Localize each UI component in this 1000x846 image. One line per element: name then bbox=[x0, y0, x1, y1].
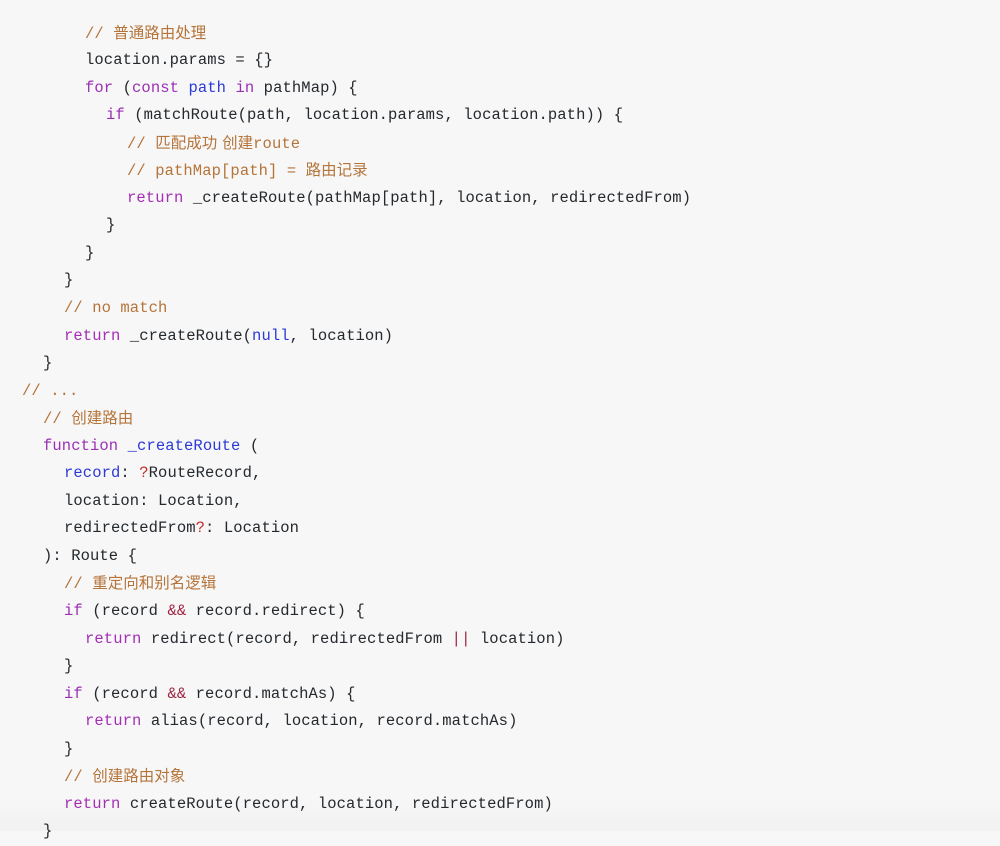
code-token-plain: location) bbox=[470, 629, 565, 648]
code-token-plain: ): Route { bbox=[43, 546, 138, 565]
code-line: if (record && record.redirect) { bbox=[22, 598, 1000, 626]
code-line: // 匹配成功 创建route bbox=[22, 130, 1000, 158]
code-token-plain: } bbox=[106, 216, 116, 235]
code-line: for (const path in pathMap) { bbox=[22, 75, 1000, 103]
code-line: // 普通路由处理 bbox=[22, 20, 1000, 48]
code-token-plain: record.matchAs) { bbox=[186, 684, 356, 703]
code-token-plain: (record bbox=[82, 684, 168, 703]
code-line: } bbox=[22, 240, 1000, 268]
code-token-keyword: in bbox=[235, 78, 255, 97]
code-token-plain: (matchRoute(path, location.params, locat… bbox=[124, 106, 624, 125]
code-token-return: return bbox=[64, 794, 121, 813]
code-token-keyword: if bbox=[64, 601, 83, 620]
code-line: return redirect(record, redirectedFrom |… bbox=[22, 626, 1000, 654]
code-token-return: return bbox=[127, 188, 184, 207]
code-token-comment: 普通路由处理 bbox=[113, 23, 207, 42]
code-token-plain: , location) bbox=[289, 326, 394, 345]
code-token-plain: alias(record, location, record.matchAs) bbox=[141, 712, 518, 731]
code-token-plain: _createRoute(pathMap[path], location, re… bbox=[183, 188, 692, 207]
code-line: } bbox=[22, 818, 1000, 846]
code-line: redirectedFrom?: Location bbox=[22, 515, 1000, 543]
code-token-comment: 匹配成功 创建 bbox=[155, 133, 254, 152]
code-token-plain: } bbox=[43, 822, 53, 841]
code-token-return: return bbox=[85, 629, 142, 648]
code-token-plain: ( bbox=[240, 436, 260, 455]
code-token-plain: (record bbox=[82, 601, 168, 620]
code-token-plain: } bbox=[43, 354, 53, 373]
code-token-comment: 路由记录 bbox=[305, 161, 368, 180]
code-line: // no match bbox=[22, 295, 1000, 323]
code-line: record: ?RouteRecord, bbox=[22, 460, 1000, 488]
code-line: location.params = {} bbox=[22, 47, 1000, 75]
code-token-plain: : Location bbox=[205, 519, 300, 538]
code-token-plain: location.params = {} bbox=[85, 51, 274, 70]
code-line: // ... bbox=[22, 378, 1000, 406]
code-line: // pathMap[path] = 路由记录 bbox=[22, 157, 1000, 185]
code-token-plain: : bbox=[120, 464, 140, 483]
code-token-operator: && bbox=[167, 684, 187, 703]
code-token-comment: route bbox=[253, 134, 301, 153]
code-line: ): Route { bbox=[22, 543, 1000, 571]
code-token-comment: // pathMap[path] = bbox=[127, 162, 306, 181]
code-token-plain: } bbox=[64, 657, 74, 676]
code-line: } bbox=[22, 653, 1000, 681]
code-line: return alias(record, location, record.ma… bbox=[22, 708, 1000, 736]
code-line: // 重定向和别名逻辑 bbox=[22, 570, 1000, 598]
code-line: } bbox=[22, 267, 1000, 295]
code-line: return _createRoute(pathMap[path], locat… bbox=[22, 185, 1000, 213]
code-token-plain: ( bbox=[113, 78, 133, 97]
code-token-keyword: for bbox=[85, 78, 114, 97]
code-token-plain: } bbox=[64, 739, 74, 758]
code-token-comment: // bbox=[64, 768, 93, 787]
code-token-comment: // bbox=[127, 134, 156, 153]
code-line: // 创建路由 bbox=[22, 405, 1000, 433]
code-line: // 创建路由对象 bbox=[22, 763, 1000, 791]
code-token-operator: && bbox=[167, 601, 187, 620]
code-line: function _createRoute ( bbox=[22, 433, 1000, 461]
code-token-comment: 创建路由对象 bbox=[92, 767, 186, 786]
code-token-operator: || bbox=[451, 629, 471, 648]
code-token-plain: redirectedFrom bbox=[64, 519, 196, 538]
code-token-plain: } bbox=[64, 271, 74, 290]
code-token-plain: redirect(record, redirectedFrom bbox=[141, 629, 452, 648]
code-token-comment: // bbox=[43, 410, 72, 429]
code-token-plain: createRoute(record, location, redirected… bbox=[120, 794, 553, 813]
code-token-comment: // bbox=[64, 575, 93, 594]
code-viewer: // 普通路由处理 location.params = {} for (const … bbox=[0, 0, 1000, 840]
code-token-qmark: ? bbox=[139, 464, 149, 483]
code-token-keyword: if bbox=[106, 106, 125, 125]
code-line: } bbox=[22, 212, 1000, 240]
code-token-comment: // bbox=[85, 24, 114, 43]
code-line: return createRoute(record, location, red… bbox=[22, 791, 1000, 819]
code-token-identifier: path bbox=[188, 78, 227, 97]
code-token-keyword: const bbox=[132, 78, 180, 97]
code-line: } bbox=[22, 736, 1000, 764]
code-token-identifier: null bbox=[252, 326, 290, 345]
code-line: location: Location, bbox=[22, 488, 1000, 516]
code-line: if (record && record.matchAs) { bbox=[22, 681, 1000, 709]
code-token-plain: RouteRecord, bbox=[148, 464, 262, 483]
code-token-plain: _createRoute( bbox=[120, 326, 253, 345]
code-token-plain: location: Location, bbox=[64, 491, 243, 510]
code-token-plain: } bbox=[85, 243, 95, 262]
code-token-plain: pathMap) { bbox=[254, 78, 358, 97]
code-token-comment: 创建路由 bbox=[71, 409, 134, 428]
code-token-comment: 重定向和别名逻辑 bbox=[92, 574, 217, 593]
code-line: if (matchRoute(path, location.params, lo… bbox=[22, 102, 1000, 130]
code-token-comment: // no match bbox=[64, 298, 168, 317]
code-line: } bbox=[22, 350, 1000, 378]
code-token-qmark: ? bbox=[195, 519, 206, 538]
code-token-plain: record.redirect) { bbox=[186, 601, 365, 620]
code-token-keyword: function bbox=[43, 436, 119, 455]
code-token-comment: // ... bbox=[22, 381, 79, 400]
code-token-identifier: record bbox=[64, 464, 121, 483]
code-line: return _createRoute(null, location) bbox=[22, 323, 1000, 351]
code-token-identifier: _createRoute bbox=[127, 436, 241, 455]
code-token-return: return bbox=[85, 712, 142, 731]
code-token-keyword: if bbox=[64, 684, 83, 703]
code-token-return: return bbox=[64, 326, 121, 345]
code-block[interactable]: // 普通路由处理 location.params = {} for (const … bbox=[0, 20, 1000, 846]
